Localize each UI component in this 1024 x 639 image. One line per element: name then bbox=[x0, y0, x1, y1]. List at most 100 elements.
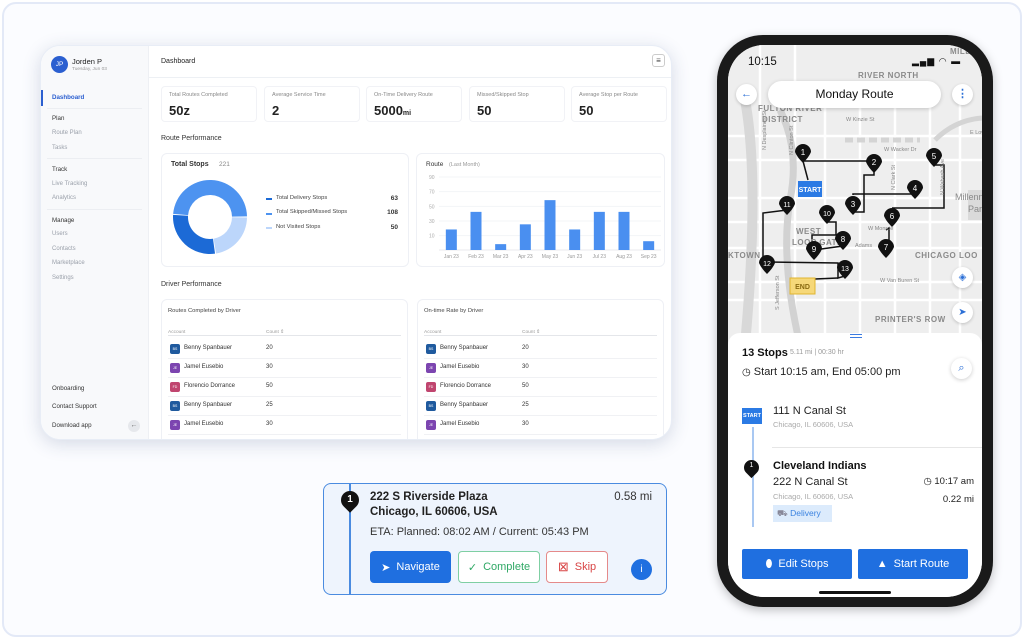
drag-handle[interactable] bbox=[850, 334, 862, 338]
divider bbox=[47, 108, 142, 109]
marker-number: 7 bbox=[884, 243, 889, 252]
navigate-icon: ➤ bbox=[381, 561, 391, 574]
stop-distance: 0.22 mi bbox=[942, 494, 974, 505]
driver-avatar: BS bbox=[426, 401, 436, 411]
divider bbox=[47, 158, 142, 159]
sidebar-item-dashboard[interactable]: Dashboard bbox=[52, 94, 84, 101]
user-date: Tuesday, Jun 03 bbox=[72, 67, 107, 72]
stop-time: ◷ 10:17 am bbox=[923, 476, 974, 487]
kpi-number: 2 bbox=[272, 103, 280, 118]
table-row[interactable]: BS Benny Spanbauer 25 bbox=[424, 397, 657, 416]
sidebar-item-analytics[interactable]: Analytics bbox=[52, 195, 76, 201]
kpi-label: Average Service Time bbox=[272, 92, 326, 98]
map-label: MILLE bbox=[950, 47, 977, 56]
filter-icon[interactable]: ≡ bbox=[652, 54, 665, 67]
back-button[interactable]: ← bbox=[736, 84, 757, 105]
sidebar-item-settings[interactable]: Settings bbox=[52, 275, 74, 281]
table-row[interactable]: BS Benny Spanbauer 20 bbox=[168, 340, 401, 359]
legend-value: 50 bbox=[390, 223, 398, 231]
kpi-card: Average Stop per Route 50 bbox=[571, 86, 667, 122]
driver-name: Florencio Dorrance bbox=[184, 383, 236, 389]
start-stop-city: Chicago, IL 60606, USA bbox=[773, 420, 854, 429]
table-row[interactable]: JE Jamel Eusebio 30 bbox=[168, 359, 401, 378]
sidebar-item-contacts[interactable]: Contacts bbox=[52, 246, 76, 252]
marker-number: 8 bbox=[841, 235, 846, 244]
table-row[interactable]: JE Jamel Eusebio 30 bbox=[424, 359, 657, 378]
route-chart-card: Route (Last Month) 10 30 50 70 90 Jan 23 Feb 2… bbox=[416, 153, 665, 267]
stops-meta: 5.11 mi | 00:30 hr bbox=[790, 349, 844, 356]
driver-count: 25 bbox=[522, 402, 529, 408]
skip-button[interactable]: ⊠ Skip bbox=[546, 551, 608, 583]
table-row[interactable]: BS Benny Spanbauer 20 bbox=[424, 340, 657, 359]
x-tick-label: Jan 23 bbox=[444, 254, 459, 260]
legend-label: Total Delivery Stops bbox=[276, 194, 328, 201]
sidebar-item-route-plan[interactable]: Route Plan bbox=[52, 130, 82, 136]
start-route-label: Start Route bbox=[893, 558, 950, 570]
bar bbox=[470, 211, 482, 250]
map-label: RIVER NORTH bbox=[858, 71, 919, 80]
map-label: W Kinzie St bbox=[846, 117, 875, 123]
column-header-count[interactable]: Count ⇕ bbox=[266, 330, 284, 335]
kpi-card: Total Routes Completed 50z bbox=[161, 86, 257, 122]
map-label: Par bbox=[968, 204, 982, 214]
map-label: W Monroe bbox=[868, 226, 893, 232]
sidebar-item-download-app[interactable]: Download app bbox=[52, 422, 92, 429]
column-header-count[interactable]: Count ⇕ bbox=[522, 330, 540, 335]
sidebar-item-marketplace[interactable]: Marketplace bbox=[52, 260, 85, 266]
driver-count: 30 bbox=[266, 364, 273, 370]
bar-chart: 10 30 50 70 90 Jan 23 Feb 23 Mar 23 Apr 23 May 23… bbox=[429, 175, 661, 260]
sidebar-item-live-tracking[interactable]: Live Tracking bbox=[52, 181, 87, 187]
table-row[interactable]: JE Jamel Eusebio 30 bbox=[168, 416, 401, 435]
kpi-label: Average Stop per Route bbox=[579, 92, 638, 98]
kpi-card: On-Time Delivery Route 5000mi bbox=[366, 86, 462, 122]
driver-count: 50 bbox=[266, 383, 273, 389]
donut-slice bbox=[213, 217, 247, 254]
divider bbox=[772, 447, 982, 448]
marker-number: 4 bbox=[913, 184, 918, 193]
locate-button[interactable]: ➤ bbox=[952, 302, 973, 323]
y-tick-label: 30 bbox=[429, 219, 435, 225]
edit-stops-button[interactable]: ⬮ Edit Stops bbox=[742, 549, 852, 579]
home-indicator bbox=[819, 591, 891, 594]
driver-count: 20 bbox=[266, 345, 273, 351]
table-header: Account Count ⇕ bbox=[424, 322, 657, 336]
table-row[interactable]: BS Benny Spanbauer 25 bbox=[168, 397, 401, 416]
driver-name: Benny Spanbauer bbox=[440, 402, 489, 408]
complete-button[interactable]: ✓ Complete bbox=[458, 551, 540, 583]
sidebar: JP Jorden P Tuesday, Jun 03 Dashboard Pl… bbox=[41, 46, 149, 439]
sidebar-item-users[interactable]: Users bbox=[52, 231, 68, 237]
driver-avatar: BS bbox=[170, 344, 180, 354]
driver-name: Benny Spanbauer bbox=[184, 402, 233, 408]
table-row[interactable]: JE Jamel Eusebio 30 bbox=[424, 416, 657, 435]
navigate-button[interactable]: ➤ Navigate bbox=[370, 551, 451, 583]
clock-icon: ◷ bbox=[742, 367, 751, 378]
search-stops-button[interactable]: ⌕ bbox=[951, 358, 972, 379]
driver-name: Jamel Eusebio bbox=[440, 364, 480, 370]
info-button[interactable]: i bbox=[631, 559, 652, 580]
column-header-account: Account bbox=[424, 330, 442, 335]
layers-button[interactable]: ◈ bbox=[952, 267, 973, 288]
navigate-label: Navigate bbox=[396, 561, 440, 573]
collapse-sidebar-icon[interactable]: ← bbox=[128, 420, 140, 432]
kpi-unit: mi bbox=[402, 110, 412, 117]
driver-count: 25 bbox=[266, 402, 273, 408]
marker-number: 6 bbox=[890, 212, 895, 221]
kpi-value: 50z bbox=[169, 103, 190, 118]
route-title[interactable]: Monday Route bbox=[768, 81, 941, 108]
stop-name: Cleveland Indians bbox=[773, 460, 867, 472]
stop-address: 222 N Canal St bbox=[773, 476, 848, 488]
table-row[interactable]: FD Florencio Dorrance 50 bbox=[168, 378, 401, 397]
start-route-button[interactable]: ▲ Start Route bbox=[858, 549, 968, 579]
delivery-tag-label: Delivery bbox=[790, 508, 821, 518]
sidebar-item-tasks[interactable]: Tasks bbox=[52, 145, 67, 151]
marker-number: 5 bbox=[932, 152, 937, 161]
table-row[interactable]: FD Florencio Dorrance 50 bbox=[424, 378, 657, 397]
more-options-button[interactable]: ⋮ bbox=[952, 84, 973, 105]
sidebar-item-onboarding[interactable]: Onboarding bbox=[52, 385, 84, 392]
sidebar-item-contact-support[interactable]: Contact Support bbox=[52, 403, 97, 410]
stop-eta: ETA: Planned: 08:02 AM / Current: 05:43 … bbox=[370, 526, 589, 538]
table-title: Routes Completed by Driver bbox=[168, 308, 241, 314]
driver-table: On-time Rate by Driver Account Count ⇕ B… bbox=[417, 299, 664, 439]
y-tick-label: 10 bbox=[429, 234, 435, 240]
kpi-number: 50z bbox=[169, 103, 190, 118]
